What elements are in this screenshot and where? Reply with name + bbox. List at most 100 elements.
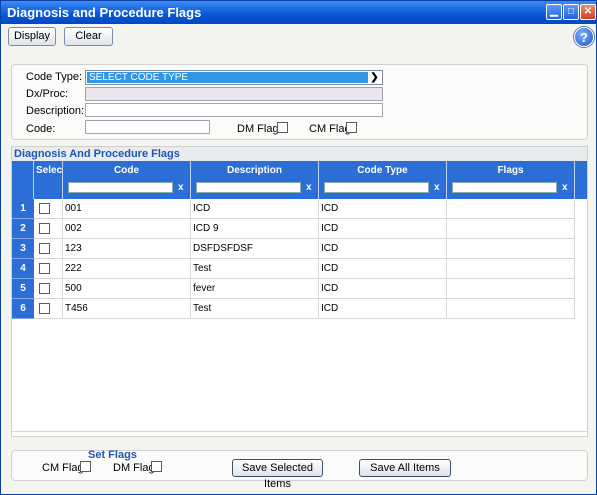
description-cell: ICD <box>191 199 319 219</box>
table-row[interactable]: 2 002 ICD 9 ICD <box>12 219 575 239</box>
flags-cell <box>447 279 575 299</box>
maximize-button[interactable]: □ <box>563 4 579 20</box>
header-code-label: Code <box>114 165 139 176</box>
row-select-checkbox[interactable] <box>39 223 50 234</box>
description-cell: DSFDSFDSF <box>191 239 319 259</box>
code-cell: T456 <box>63 299 191 319</box>
set-cm-flag-checkbox[interactable] <box>80 461 91 472</box>
dxproc-field[interactable] <box>85 87 383 101</box>
save-all-items-button[interactable]: Save All Items <box>359 459 451 477</box>
header-select[interactable]: Selec <box>34 161 63 199</box>
code-type-filter-clear-icon[interactable]: x <box>434 182 440 193</box>
code-type-select[interactable]: SELECT CODE TYPE ❯ <box>85 70 383 85</box>
flags-cell <box>447 239 575 259</box>
flags-grid: Diagnosis And Procedure Flags Selec Code… <box>11 146 588 437</box>
select-cell <box>34 239 63 259</box>
code-type-cell: ICD <box>319 219 447 239</box>
display-button[interactable]: Display <box>8 27 56 46</box>
row-select-checkbox[interactable] <box>39 263 50 274</box>
title-bar[interactable]: Diagnosis and Procedure Flags ▁ □ ✕ <box>1 1 596 24</box>
code-cell: 002 <box>63 219 191 239</box>
dm-flag-checkbox[interactable] <box>277 122 288 133</box>
description-cell: ICD 9 <box>191 219 319 239</box>
header-code-type[interactable]: Code Type x <box>319 161 447 199</box>
row-number: 1 <box>12 199 34 219</box>
set-dm-flag-label: DM Flag <box>113 462 155 474</box>
set-dm-flag-checkbox[interactable] <box>151 461 162 472</box>
code-type-cell: ICD <box>319 279 447 299</box>
select-cell <box>34 199 63 219</box>
grid-header: Selec Code x Description x Code Type x F… <box>12 161 587 199</box>
description-cell: Test <box>191 259 319 279</box>
row-number: 5 <box>12 279 34 299</box>
code-label: Code: <box>26 123 56 135</box>
minimize-button[interactable]: ▁ <box>546 4 562 20</box>
description-label: Description: <box>26 105 85 117</box>
close-button[interactable]: ✕ <box>580 4 596 20</box>
chevron-down-icon[interactable]: ❯ <box>368 71 381 84</box>
set-cm-flag-label: CM Flag <box>42 462 84 474</box>
header-description-label: Description <box>226 165 282 176</box>
code-filter-input[interactable] <box>68 182 173 193</box>
dm-flag-label: DM Flag <box>237 123 279 135</box>
row-number: 6 <box>12 299 34 319</box>
save-selected-items-button[interactable]: Save Selected Items <box>232 459 323 490</box>
select-cell <box>34 219 63 239</box>
select-cell <box>34 259 63 279</box>
grid-bottom-border <box>12 431 587 432</box>
flags-cell <box>447 259 575 279</box>
code-type-selected-value: SELECT CODE TYPE <box>87 72 368 83</box>
window-title: Diagnosis and Procedure Flags <box>7 5 202 20</box>
code-cell: 500 <box>63 279 191 299</box>
row-number: 3 <box>12 239 34 259</box>
header-flags[interactable]: Flags x <box>447 161 575 199</box>
row-select-checkbox[interactable] <box>39 303 50 314</box>
cm-flag-label: CM Flag <box>309 123 351 135</box>
row-number: 2 <box>12 219 34 239</box>
table-row[interactable]: 1 001 ICD ICD <box>12 199 575 219</box>
table-row[interactable]: 4 222 Test ICD <box>12 259 575 279</box>
header-code[interactable]: Code x <box>63 161 191 199</box>
row-number: 4 <box>12 259 34 279</box>
row-select-checkbox[interactable] <box>39 203 50 214</box>
flags-filter-clear-icon[interactable]: x <box>562 182 568 193</box>
code-type-label: Code Type: <box>26 71 83 83</box>
code-cell: 001 <box>63 199 191 219</box>
table-row[interactable]: 3 123 DSFDSFDSF ICD <box>12 239 575 259</box>
header-spacer <box>575 161 587 199</box>
grid-caption: Diagnosis And Procedure Flags <box>12 147 587 161</box>
description-cell: fever <box>191 279 319 299</box>
description-filter-clear-icon[interactable]: x <box>306 182 312 193</box>
flags-cell <box>447 219 575 239</box>
code-cell: 222 <box>63 259 191 279</box>
dxproc-label: Dx/Proc: <box>26 88 69 100</box>
description-field[interactable] <box>85 103 383 117</box>
flags-filter-input[interactable] <box>452 182 557 193</box>
clear-button[interactable]: Clear <box>64 27 113 46</box>
description-filter-input[interactable] <box>196 182 301 193</box>
description-cell: Test <box>191 299 319 319</box>
header-code-type-label: Code Type <box>357 165 408 176</box>
code-field[interactable] <box>85 120 210 134</box>
dialog-window: Diagnosis and Procedure Flags ▁ □ ✕ Disp… <box>0 0 597 495</box>
help-icon[interactable]: ? <box>574 27 594 47</box>
row-select-checkbox[interactable] <box>39 283 50 294</box>
row-select-checkbox[interactable] <box>39 243 50 254</box>
code-cell: 123 <box>63 239 191 259</box>
select-cell <box>34 279 63 299</box>
table-row[interactable]: 5 500 fever ICD <box>12 279 575 299</box>
code-filter-clear-icon[interactable]: x <box>178 182 184 193</box>
header-description[interactable]: Description x <box>191 161 319 199</box>
select-cell <box>34 299 63 319</box>
code-type-filter-input[interactable] <box>324 182 429 193</box>
code-type-cell: ICD <box>319 259 447 279</box>
set-flags-title: Set Flags <box>88 449 137 461</box>
code-type-cell: ICD <box>319 199 447 219</box>
filter-panel: Code Type: SELECT CODE TYPE ❯ Dx/Proc: D… <box>11 64 588 140</box>
code-type-cell: ICD <box>319 299 447 319</box>
header-flags-label: Flags <box>497 165 524 176</box>
flags-cell <box>447 199 575 219</box>
header-select-label: Selec <box>36 165 63 176</box>
table-row[interactable]: 6 T456 Test ICD <box>12 299 575 319</box>
cm-flag-checkbox[interactable] <box>346 122 357 133</box>
